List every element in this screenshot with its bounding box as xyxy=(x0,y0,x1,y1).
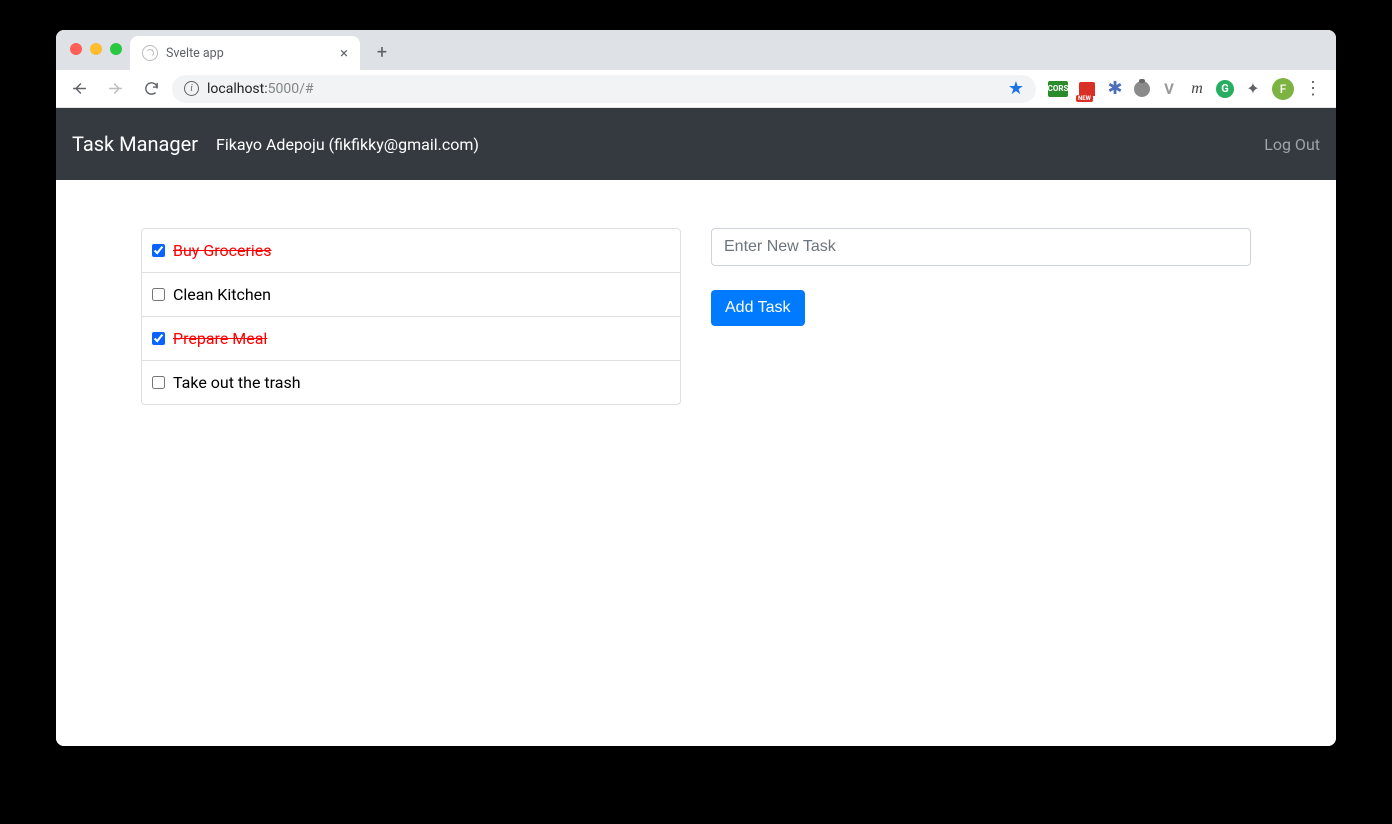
task-list-column: Buy Groceries Clean Kitchen Prepare Meal Ta… xyxy=(141,228,681,405)
forward-button[interactable] xyxy=(100,74,130,104)
logout-link[interactable]: Log Out xyxy=(1264,135,1320,154)
task-item: Prepare Meal xyxy=(142,317,680,361)
task-label: Prepare Meal xyxy=(173,329,267,348)
task-checkbox[interactable] xyxy=(152,332,165,345)
task-label: Buy Groceries xyxy=(173,241,272,260)
task-checkbox[interactable] xyxy=(152,288,165,301)
site-info-icon[interactable]: i xyxy=(184,81,199,96)
extensions-menu-icon[interactable]: ✦ xyxy=(1244,80,1262,98)
task-checkbox[interactable] xyxy=(152,244,165,257)
new-task-input[interactable] xyxy=(711,228,1251,266)
task-item: Take out the trash xyxy=(142,361,680,404)
asterisk-extension-icon[interactable]: ✱ xyxy=(1106,80,1124,98)
browser-menu-icon[interactable]: ⋮ xyxy=(1304,80,1322,98)
app-navbar: Task Manager Fikayo Adepoju (fikfikky@gm… xyxy=(56,108,1336,180)
new-tab-button[interactable]: + xyxy=(368,38,396,66)
cors-extension-icon[interactable]: CORS xyxy=(1048,81,1068,97)
task-item: Clean Kitchen xyxy=(142,273,680,317)
add-task-button[interactable]: Add Task xyxy=(711,290,805,326)
close-tab-icon[interactable]: × xyxy=(340,46,348,61)
task-checkbox[interactable] xyxy=(152,376,165,389)
grammarly-extension-icon[interactable]: G xyxy=(1216,80,1234,98)
url-path: 5000/# xyxy=(268,81,314,97)
pomodoro-extension-icon[interactable] xyxy=(1134,81,1150,97)
vue-extension-icon[interactable]: V xyxy=(1160,80,1178,98)
window-controls xyxy=(70,43,122,55)
address-bar[interactable]: i localhost:5000/# ★ xyxy=(172,75,1036,103)
task-label: Clean Kitchen xyxy=(173,285,271,304)
m-extension-icon[interactable]: m xyxy=(1188,80,1206,98)
new-task-column: Add Task xyxy=(711,228,1251,405)
tab-title: Svelte app xyxy=(166,46,224,61)
browser-window: Svelte app × + i localhost:5000/# ★ CORS… xyxy=(56,30,1336,746)
window-close-button[interactable] xyxy=(70,43,82,55)
url-display: localhost:5000/# xyxy=(207,81,314,97)
profile-avatar[interactable]: F xyxy=(1272,78,1294,100)
window-maximize-button[interactable] xyxy=(110,43,122,55)
browser-tab[interactable]: Svelte app × xyxy=(130,36,360,70)
user-display: Fikayo Adepoju (fikfikky@gmail.com) xyxy=(216,135,479,154)
bookmark-star-icon[interactable]: ★ xyxy=(1008,78,1024,99)
browser-tab-bar: Svelte app × + xyxy=(56,30,1336,70)
back-button[interactable] xyxy=(64,74,94,104)
svelte-favicon-icon xyxy=(142,45,158,61)
task-item: Buy Groceries xyxy=(142,229,680,273)
page-content: Task Manager Fikayo Adepoju (fikfikky@gm… xyxy=(56,108,1336,746)
reload-icon xyxy=(143,80,160,97)
shopping-extension-icon[interactable]: NEW xyxy=(1078,80,1096,98)
arrow-right-icon xyxy=(107,80,124,97)
browser-toolbar: i localhost:5000/# ★ CORS NEW ✱ V m G ✦ … xyxy=(56,70,1336,108)
task-label: Take out the trash xyxy=(173,373,301,392)
app-brand: Task Manager xyxy=(72,132,198,156)
extension-icons: CORS NEW ✱ V m G ✦ F ⋮ xyxy=(1042,78,1328,100)
window-minimize-button[interactable] xyxy=(90,43,102,55)
main-container: Buy Groceries Clean Kitchen Prepare Meal Ta… xyxy=(126,180,1266,405)
task-list: Buy Groceries Clean Kitchen Prepare Meal Ta… xyxy=(141,228,681,405)
reload-button[interactable] xyxy=(136,74,166,104)
url-host: localhost: xyxy=(207,81,268,97)
arrow-left-icon xyxy=(71,80,88,97)
